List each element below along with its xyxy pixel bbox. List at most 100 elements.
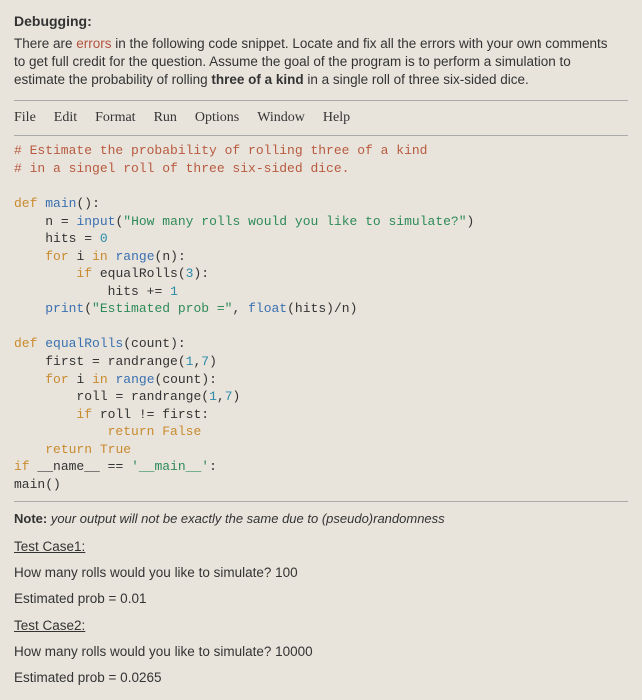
code-block: # Estimate the probability of rolling th… <box>14 142 628 493</box>
paren: ) <box>233 389 241 404</box>
fn-main: main <box>45 196 76 211</box>
paren: ) <box>170 249 178 264</box>
id-n: n <box>342 301 350 316</box>
kw-def: def <box>14 336 37 351</box>
kw-if: if <box>14 459 30 474</box>
id-hits: hits <box>108 284 139 299</box>
paren: ( <box>201 389 209 404</box>
lit-false: False <box>162 424 201 439</box>
paren: ) <box>53 477 61 492</box>
menu-file[interactable]: File <box>14 110 36 125</box>
colon: : <box>201 266 209 281</box>
exercise-page: Debugging: There are errors in the follo… <box>0 0 642 700</box>
paren: ) <box>326 301 334 316</box>
str-prompt: "How many rolls would you like to simula… <box>123 214 466 229</box>
num-7: 7 <box>225 389 233 404</box>
str-estprob: "Estimated prob =" <box>92 301 232 316</box>
code-comment: # Estimate the probability of rolling th… <box>14 143 427 158</box>
id-i: i <box>76 249 84 264</box>
id-count: count <box>162 372 201 387</box>
colon: : <box>209 372 217 387</box>
note-text: your output will not be exactly the same… <box>47 511 444 526</box>
paren: ( <box>45 477 53 492</box>
fn-randrange: randrange <box>131 389 201 404</box>
id-n: n <box>45 214 53 229</box>
comma: , <box>232 301 248 316</box>
op-eq: = <box>84 354 107 369</box>
fn-print: print <box>45 301 84 316</box>
instr-errors-word: errors <box>76 36 111 51</box>
colon: : <box>201 407 209 422</box>
op-pluseq: += <box>139 284 170 299</box>
menu-options[interactable]: Options <box>195 110 239 125</box>
id-first: first <box>45 354 84 369</box>
section-heading: Debugging: <box>14 12 628 31</box>
id-hits: hits <box>45 231 76 246</box>
colon: : <box>92 196 100 211</box>
kw-if: if <box>76 266 92 281</box>
code-comment: # in a singel roll of three six-sided di… <box>14 161 349 176</box>
separator <box>14 100 628 101</box>
op-ne: != <box>131 407 162 422</box>
colon: : <box>178 336 186 351</box>
fn-equalRolls: equalRolls <box>45 336 123 351</box>
fn-randrange: randrange <box>108 354 178 369</box>
kw-def: def <box>14 196 37 211</box>
test-case-2-output: Estimated prob = 0.0265 <box>14 669 628 687</box>
fn-range: range <box>115 372 154 387</box>
paren: ( <box>84 301 92 316</box>
paren: ( <box>178 354 186 369</box>
test-case-2-label: Test Case2: <box>14 617 628 635</box>
fn-equalRolls: equalRolls <box>100 266 178 281</box>
menu-format[interactable]: Format <box>95 110 135 125</box>
paren: ( <box>123 336 131 351</box>
id-roll: roll <box>100 407 131 422</box>
id-i: i <box>76 372 84 387</box>
menu-window[interactable]: Window <box>257 110 305 125</box>
test-case-1-label: Test Case1: <box>14 538 628 556</box>
instr-text: estimate the probability of rolling <box>14 72 211 87</box>
op-slash: / <box>334 301 342 316</box>
lit-true: True <box>100 442 131 457</box>
instr-text: There are <box>14 36 76 51</box>
test-case-2-input: How many rolls would you like to simulat… <box>14 643 628 661</box>
kw-return: return <box>108 424 155 439</box>
paren: ) <box>170 336 178 351</box>
kw-if: if <box>76 407 92 422</box>
menu-edit[interactable]: Edit <box>54 110 77 125</box>
op-deq: == <box>100 459 131 474</box>
paren: ) <box>350 301 358 316</box>
separator <box>14 135 628 136</box>
test-case-1-input: How many rolls would you like to simulat… <box>14 564 628 582</box>
menu-run[interactable]: Run <box>154 110 177 125</box>
op-eq: = <box>53 214 76 229</box>
paren: ) <box>201 372 209 387</box>
editor-menubar: File Edit Format Run Options Window Help <box>14 107 628 130</box>
paren: ) <box>209 354 217 369</box>
colon: : <box>178 249 186 264</box>
id-hits: hits <box>295 301 326 316</box>
instr-bold: three of a kind <box>211 72 303 87</box>
paren: ( <box>178 266 186 281</box>
note: Note: your output will not be exactly th… <box>14 510 628 528</box>
menu-help[interactable]: Help <box>323 110 350 125</box>
fn-main-call: main <box>14 477 45 492</box>
paren: ( <box>287 301 295 316</box>
kw-for: for <box>45 372 68 387</box>
num-1: 1 <box>170 284 178 299</box>
paren: ) <box>467 214 475 229</box>
note-label: Note: <box>14 511 47 526</box>
op-eq: = <box>108 389 131 404</box>
id-count: count <box>131 336 170 351</box>
id-roll: roll <box>76 389 107 404</box>
id-n: n <box>162 249 170 264</box>
instr-text: in a single roll of three six-sided dice… <box>304 72 529 87</box>
test-case-1-output: Estimated prob = 0.01 <box>14 590 628 608</box>
op-eq: = <box>76 231 99 246</box>
num-1: 1 <box>209 389 217 404</box>
num-0: 0 <box>100 231 108 246</box>
fn-range: range <box>115 249 154 264</box>
instructions: There are errors in the following code s… <box>14 35 628 90</box>
fn-float: float <box>248 301 287 316</box>
str-main: '__main__' <box>131 459 209 474</box>
